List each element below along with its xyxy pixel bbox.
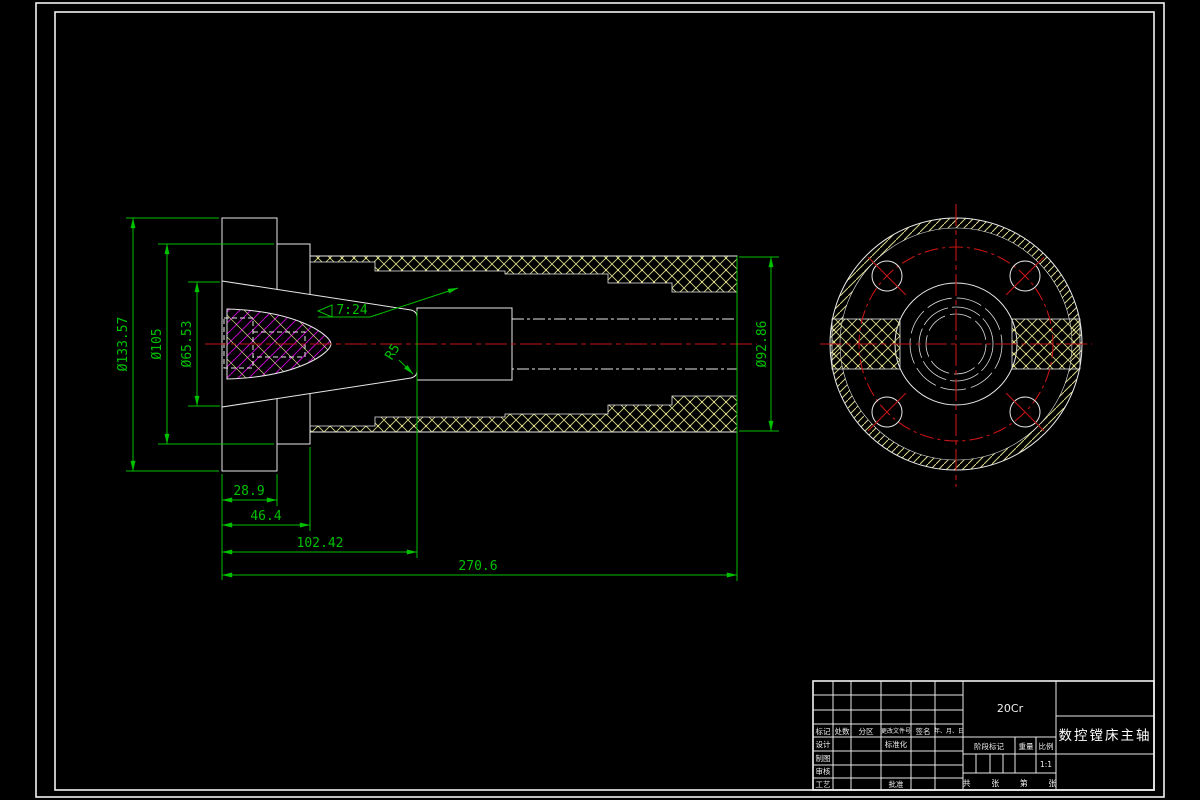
outer-sleeve-top xyxy=(309,255,738,293)
title-block: 标记 处数 分区 更改文件号 签名 年、月、日 设计 制图 审核 工艺 标准化 … xyxy=(812,680,1155,791)
dim-taper: 7:24 xyxy=(336,303,367,318)
tb-row-draft: 制图 xyxy=(816,753,831,763)
tb-header-docno: 更改文件号 xyxy=(881,727,911,735)
tb-scale-label: 比例 xyxy=(1039,741,1054,751)
section-view xyxy=(205,217,757,472)
dim-102: 102.42 xyxy=(297,536,344,551)
tb-header-mark: 标记 xyxy=(816,726,831,736)
cad-canvas: Ø133.57 Ø105 Ø65.53 Ø92.86 28.9 46.4 102… xyxy=(35,2,1165,798)
dim-dia-flange: Ø133.57 xyxy=(116,317,131,372)
tb-stage-mark: 阶段标记 xyxy=(974,741,1004,751)
tb-weight-label: 重量 xyxy=(1019,742,1035,751)
tb-header-zone: 分区 xyxy=(859,727,874,736)
front-view xyxy=(820,204,1092,487)
border-inner xyxy=(54,11,1155,791)
tb-material: 20Cr xyxy=(997,702,1024,715)
dim-28: 28.9 xyxy=(233,484,264,499)
dim-46: 46.4 xyxy=(250,509,281,524)
tb-header-date: 年、月、日 xyxy=(934,727,964,735)
dim-dia-bore: Ø65.53 xyxy=(180,321,195,368)
border-outer xyxy=(35,2,1165,798)
tb-approval: 批准 xyxy=(889,779,904,789)
tb-row-process: 工艺 xyxy=(816,780,831,789)
dim-270: 270.6 xyxy=(458,559,497,574)
tb-header-count: 处数 xyxy=(835,726,850,736)
tb-sheet-info: 共 张 第 张 xyxy=(963,778,1066,788)
tb-standardization: 标准化 xyxy=(885,739,908,749)
tb-part-name: 数控镗床主轴 xyxy=(1059,728,1152,744)
sheet-borders xyxy=(35,2,1165,798)
tb-scale-value: 1:1 xyxy=(1040,760,1052,769)
outer-sleeve-bottom xyxy=(309,395,738,433)
tb-row-design: 设计 xyxy=(816,739,831,749)
dim-dia-step: Ø105 xyxy=(150,328,165,359)
tb-header-sign: 签名 xyxy=(916,726,931,736)
tb-row-check: 审核 xyxy=(816,766,831,776)
dim-dia-body: Ø92.86 xyxy=(755,321,770,368)
